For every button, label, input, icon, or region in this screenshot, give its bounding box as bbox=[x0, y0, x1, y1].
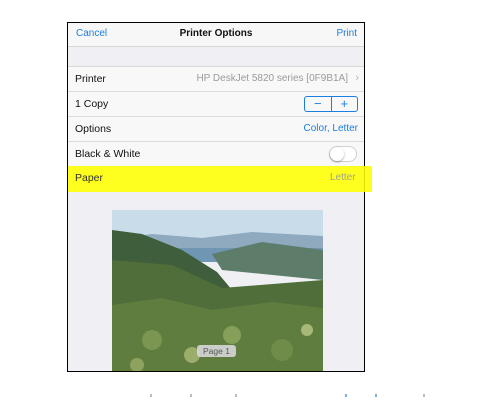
printer-label: Printer bbox=[75, 73, 106, 85]
artifact-mark bbox=[375, 394, 377, 397]
printer-row[interactable]: Printer HP DeskJet 5820 series [0F9B1A] … bbox=[68, 67, 364, 92]
copies-row: 1 Copy − + bbox=[68, 92, 364, 117]
options-label: Options bbox=[75, 123, 112, 135]
decrement-button[interactable]: − bbox=[305, 97, 331, 111]
black-white-toggle[interactable] bbox=[329, 146, 357, 162]
copies-stepper: − + bbox=[304, 96, 358, 112]
page-title: Printer Options bbox=[179, 28, 253, 39]
bottom-artifacts bbox=[0, 392, 494, 403]
options-row[interactable]: Options Color, Letter bbox=[68, 117, 364, 142]
artifact-mark bbox=[190, 394, 192, 397]
increment-button[interactable]: + bbox=[332, 97, 358, 111]
printer-value: HP DeskJet 5820 series [0F9B1A] bbox=[196, 73, 348, 84]
print-button[interactable]: Print bbox=[336, 28, 357, 39]
artifact-mark bbox=[150, 394, 152, 397]
paper-row[interactable] bbox=[68, 167, 364, 192]
black-white-row: Black & White bbox=[68, 142, 364, 167]
options-list: Printer HP DeskJet 5820 series [0F9B1A] … bbox=[68, 66, 364, 192]
chevron-right-icon: › bbox=[355, 72, 359, 84]
copies-label: 1 Copy bbox=[75, 98, 109, 110]
navigation-bar: Cancel Printer Options Print bbox=[68, 23, 364, 47]
paper-label: Paper bbox=[75, 172, 104, 184]
black-white-label: Black & White bbox=[75, 148, 141, 160]
artifact-mark bbox=[345, 394, 347, 397]
artifact-mark bbox=[235, 394, 237, 397]
paper-value: Letter bbox=[330, 172, 356, 183]
page-badge: Page 1 bbox=[197, 345, 236, 357]
options-value: Color, Letter bbox=[303, 123, 358, 134]
artifact-mark bbox=[423, 394, 425, 397]
toggle-knob bbox=[330, 147, 344, 161]
page-preview[interactable]: Page 1 bbox=[112, 210, 323, 371]
printer-options-sheet: Cancel Printer Options Print Printer HP … bbox=[67, 22, 365, 372]
